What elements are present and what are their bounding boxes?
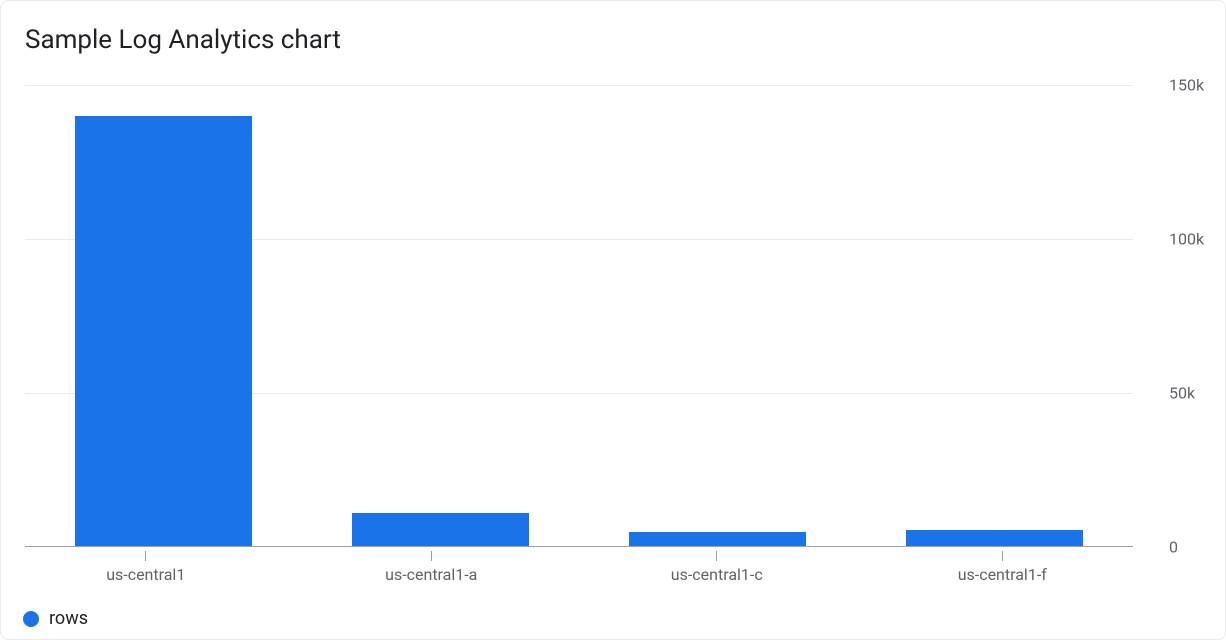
x-tick-mark: [716, 551, 717, 561]
y-tick-label: 50k: [1169, 383, 1195, 402]
bar-slot: [302, 85, 579, 547]
x-tick-label: us-central1-a: [385, 565, 477, 584]
bar-slot: [579, 85, 856, 547]
bar-slot: [25, 85, 302, 547]
legend-label: rows: [49, 608, 88, 629]
x-axis-line: [25, 546, 1133, 547]
x-ticks: us-central1 us-central1-a us-central1-c us-…: [3, 551, 1145, 584]
bar[interactable]: [352, 513, 529, 547]
x-tick-mark: [145, 551, 146, 561]
bar[interactable]: [906, 530, 1083, 547]
y-tick-label: 0: [1169, 538, 1178, 557]
x-tick-label: us-central1: [106, 565, 185, 584]
bar-slot: [856, 85, 1133, 547]
legend: rows: [23, 608, 88, 629]
bars-container: [25, 85, 1133, 547]
x-tick-mark: [431, 551, 432, 561]
x-tick: us-central1-a: [289, 551, 575, 584]
bar[interactable]: [629, 532, 806, 547]
x-tick: us-central1: [3, 551, 289, 584]
x-tick: us-central1-c: [574, 551, 860, 584]
y-tick-label: 100k: [1169, 229, 1204, 248]
chart-plot-area: 050k100k150k: [25, 85, 1133, 547]
x-tick-mark: [1002, 551, 1003, 561]
legend-swatch-icon: [23, 611, 39, 627]
x-tick: us-central1-f: [860, 551, 1146, 584]
x-tick-label: us-central1-f: [958, 565, 1047, 584]
x-tick-label: us-central1-c: [671, 565, 763, 584]
chart-card: Sample Log Analytics chart 050k100k150k …: [0, 0, 1226, 640]
bar[interactable]: [75, 116, 252, 547]
y-tick-label: 150k: [1169, 76, 1204, 95]
chart-title: Sample Log Analytics chart: [25, 25, 1213, 55]
